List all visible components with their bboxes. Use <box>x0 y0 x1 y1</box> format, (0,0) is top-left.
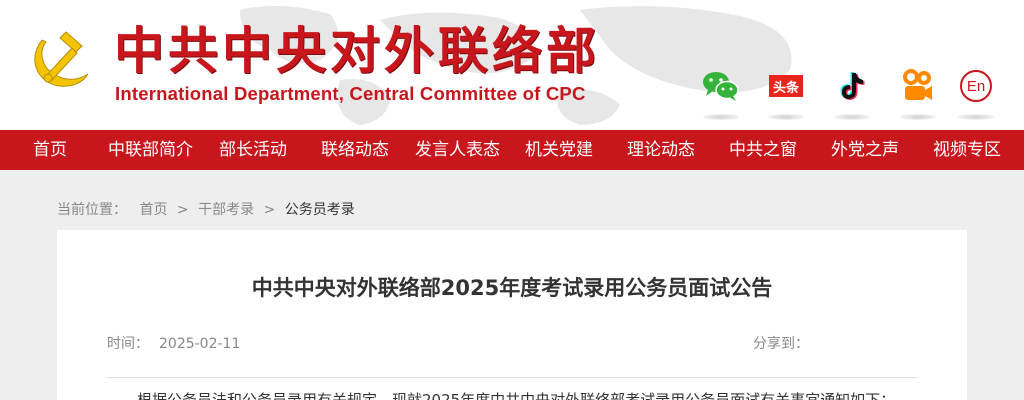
toutiao-button[interactable]: 头条 <box>766 66 806 120</box>
article-meta-time: 时间： 2025-02-11 <box>107 333 240 353</box>
kuaishou-button[interactable] <box>898 66 938 120</box>
douyin-button[interactable] <box>832 66 872 120</box>
nav-item-cpc-window[interactable]: 中共之窗 <box>729 130 797 170</box>
toutiao-label: 头条 <box>772 80 799 96</box>
nav-item-about[interactable]: 中联部简介 <box>108 130 193 170</box>
article-title: 中共中央对外联络部2025年度考试录用公务员面试公告 <box>251 276 773 300</box>
divider <box>107 377 917 378</box>
nav-item-liaison-news[interactable]: 联络动态 <box>321 130 389 170</box>
wechat-icon <box>703 72 739 101</box>
breadcrumb-link-cadre-exam[interactable]: 干部考录 <box>198 202 254 218</box>
party-emblem-icon <box>34 31 89 87</box>
nav-item-party-building[interactable]: 机关党建 <box>525 130 593 170</box>
main-nav: 首页 中联部简介 部长活动 联络动态 发言人表态 机关党建 理论动态 中共之窗 … <box>0 130 1024 170</box>
breadcrumb: 当前位置： 首页 > 干部考录 > 公务员考录 <box>57 199 355 219</box>
site-header: 中共中央对外联络部 International Department, Cent… <box>0 0 1024 130</box>
breadcrumb-link-civil-servant-exam[interactable]: 公务员考录 <box>285 202 355 218</box>
douyin-icon <box>840 72 865 100</box>
kuaishou-icon <box>903 69 932 100</box>
english-version-button[interactable]: En <box>956 66 996 120</box>
breadcrumb-separator: > <box>176 202 189 218</box>
nav-item-foreign-parties[interactable]: 外党之声 <box>831 130 899 170</box>
nav-item-video[interactable]: 视频专区 <box>933 130 1001 170</box>
site-title: 中共中央对外联络部 <box>114 21 600 80</box>
wechat-button[interactable] <box>701 66 741 120</box>
breadcrumb-link-home[interactable]: 首页 <box>139 202 167 218</box>
breadcrumb-label: 当前位置： <box>57 202 127 218</box>
publish-date: 2025-02-11 <box>159 336 241 352</box>
site-subtitle: International Department, Central Commit… <box>115 83 586 104</box>
nav-item-minister-activities[interactable]: 部长活动 <box>219 130 287 170</box>
article-body: 根据公务员法和公务员录用有关规定，现就2025年度中共中央对外联络部考试录用公务… <box>137 391 896 400</box>
share-label: 分享到： <box>753 336 809 352</box>
english-icon: En <box>960 70 992 102</box>
breadcrumb-separator: > <box>263 202 276 218</box>
article-card: 中共中央对外联络部2025年度考试录用公务员面试公告 时间： 2025-02-11… <box>57 230 967 400</box>
toutiao-icon: 头条 <box>769 75 803 97</box>
nav-item-theory[interactable]: 理论动态 <box>627 130 695 170</box>
english-label: En <box>966 77 986 95</box>
time-label: 时间： <box>107 336 149 352</box>
nav-item-spokesperson[interactable]: 发言人表态 <box>415 130 500 170</box>
nav-item-home[interactable]: 首页 <box>33 130 67 170</box>
